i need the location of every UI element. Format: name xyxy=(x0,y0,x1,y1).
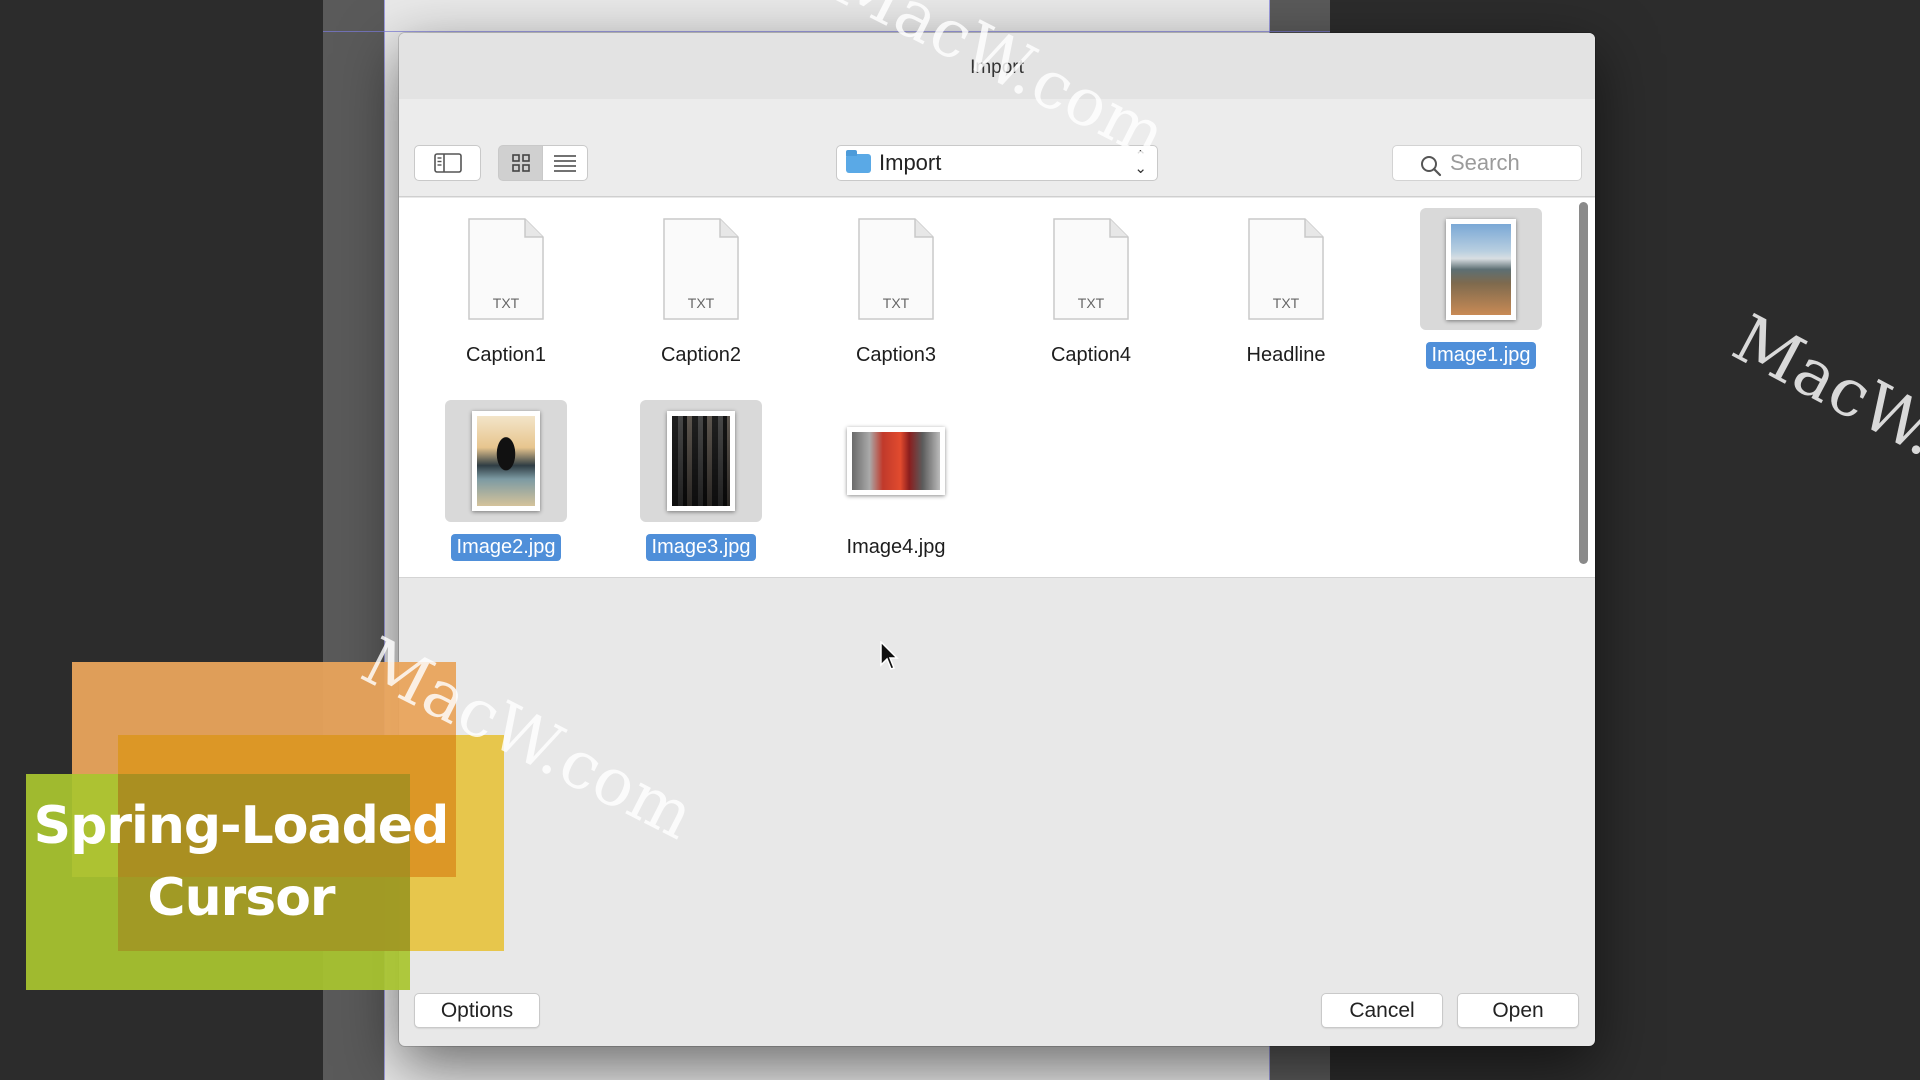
image-thumbnail xyxy=(472,411,540,511)
sidebar-icon xyxy=(433,153,462,173)
dialog-toolbar: Import ⌃ ⌄ Search xyxy=(399,99,1595,197)
overlay-title: Spring-Loaded Cursor xyxy=(26,790,456,934)
file-browser: TXT Caption1 TXT Caption2 TXT Caption3 T… xyxy=(399,198,1595,670)
list-icon xyxy=(554,155,576,172)
watermark: MacW.com xyxy=(1721,299,1920,538)
open-button[interactable]: Open xyxy=(1457,993,1579,1028)
search-field[interactable]: Search xyxy=(1392,145,1582,181)
file-name: Image2.jpg xyxy=(450,534,562,561)
file-type-label: TXT xyxy=(493,295,520,311)
file-type-label: TXT xyxy=(1078,295,1105,311)
image-thumbnail xyxy=(847,427,945,495)
file-type-label: TXT xyxy=(883,295,910,311)
location-label: Import xyxy=(879,150,942,175)
image-thumbnail xyxy=(667,411,735,511)
file-thumbnail xyxy=(1420,208,1542,330)
mouse-cursor-icon xyxy=(880,641,899,670)
file-name: Caption2 xyxy=(660,344,742,366)
import-dialog: Import Import ⌃ ⌄ Search TXT Caption1 TX… xyxy=(399,33,1595,1046)
file-name: Headline xyxy=(1246,344,1326,366)
chevron-updown-icon: ⌃ ⌄ xyxy=(1134,148,1147,177)
file-type-label: TXT xyxy=(688,295,715,311)
file-item[interactable]: Image4.jpg xyxy=(811,400,981,561)
file-name: Caption4 xyxy=(1050,344,1132,366)
file-item-selected[interactable]: Image2.jpg xyxy=(421,400,591,561)
search-icon xyxy=(1421,156,1442,177)
image-thumbnail xyxy=(1446,218,1516,320)
list-view-button[interactable] xyxy=(543,145,588,181)
location-popup[interactable]: Import ⌃ ⌄ xyxy=(836,145,1158,181)
file-thumbnail xyxy=(640,400,762,522)
txt-file-icon: TXT xyxy=(858,218,934,320)
folder-icon xyxy=(846,149,871,173)
cancel-button[interactable]: Cancel xyxy=(1321,993,1443,1028)
txt-file-icon: TXT xyxy=(468,218,544,320)
txt-file-icon: TXT xyxy=(663,218,739,320)
file-item[interactable]: TXT Caption3 xyxy=(811,208,981,369)
file-name: Caption3 xyxy=(855,344,937,366)
file-name: Caption1 xyxy=(465,344,547,366)
search-placeholder: Search xyxy=(1450,150,1520,175)
txt-file-icon: TXT xyxy=(1248,218,1324,320)
icon-view-button[interactable] xyxy=(498,145,543,181)
file-thumbnail xyxy=(445,400,567,522)
file-item[interactable]: TXT Caption2 xyxy=(616,208,786,369)
file-type-label: TXT xyxy=(1273,295,1300,311)
overlay-title-line1: Spring-Loaded xyxy=(33,796,450,856)
dialog-title: Import xyxy=(399,33,1595,99)
overlay-title-line2: Cursor xyxy=(147,868,335,928)
options-button[interactable]: Options xyxy=(414,993,540,1028)
file-thumbnail: TXT xyxy=(445,208,567,330)
guide-line xyxy=(323,31,1330,32)
file-item[interactable]: TXT Headline xyxy=(1201,208,1371,369)
vertical-scrollbar[interactable] xyxy=(1579,202,1588,564)
file-item[interactable]: TXT Caption1 xyxy=(421,208,591,369)
grid-icon xyxy=(511,154,530,172)
file-thumbnail xyxy=(835,400,957,522)
file-name: Image3.jpg xyxy=(645,534,757,561)
file-name: Image1.jpg xyxy=(1425,342,1537,369)
file-name: Image4.jpg xyxy=(846,536,946,558)
txt-file-icon: TXT xyxy=(1053,218,1129,320)
file-item-selected[interactable]: Image1.jpg xyxy=(1396,208,1566,369)
view-mode-segmented xyxy=(498,145,588,181)
file-item-selected[interactable]: Image3.jpg xyxy=(616,400,786,561)
file-thumbnail: TXT xyxy=(1225,208,1347,330)
file-thumbnail: TXT xyxy=(835,208,957,330)
file-thumbnail: TXT xyxy=(1030,208,1152,330)
sidebar-toggle-button[interactable] xyxy=(414,145,481,181)
title-overlay: Spring-Loaded Cursor xyxy=(26,662,506,992)
file-thumbnail: TXT xyxy=(640,208,762,330)
file-item[interactable]: TXT Caption4 xyxy=(1006,208,1176,369)
